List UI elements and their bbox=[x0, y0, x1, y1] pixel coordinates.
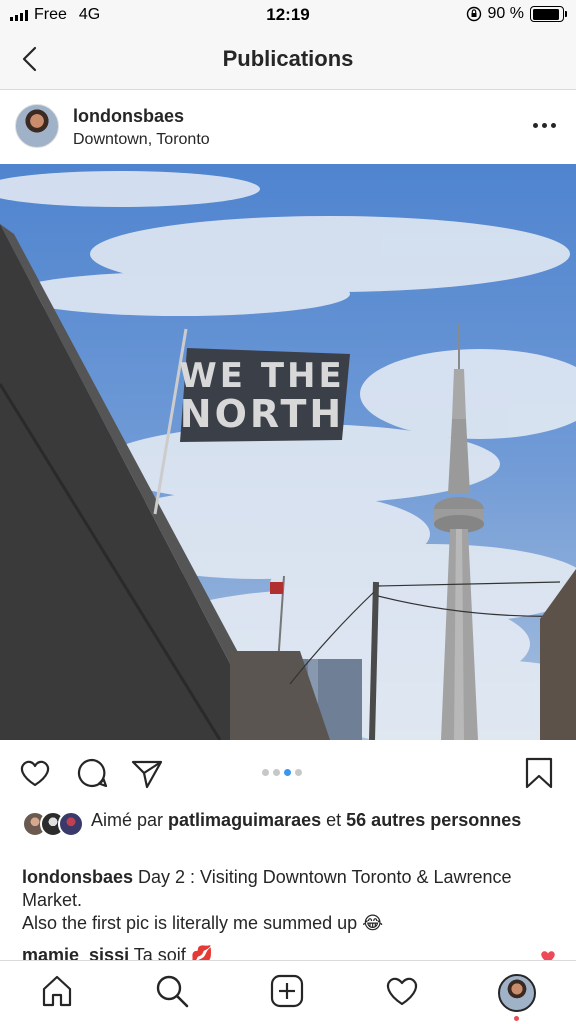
profile-avatar[interactable] bbox=[498, 974, 536, 1012]
status-right: 90 % bbox=[466, 5, 567, 23]
likes-conjunction: et bbox=[326, 810, 342, 830]
flag-text-line2: NORTH bbox=[180, 392, 344, 436]
more-options-icon[interactable] bbox=[533, 123, 556, 128]
photo-scene: WE THE NORTH bbox=[0, 164, 576, 740]
like-heart-icon[interactable] bbox=[18, 756, 52, 790]
utility-pole bbox=[369, 581, 379, 740]
caption-line2: Also the first pic is literally me summe… bbox=[22, 913, 384, 933]
likes-section[interactable]: Aimé par patlimaguimaraes et 56 autres p… bbox=[22, 808, 562, 858]
post-username[interactable]: londonsbaes bbox=[73, 106, 184, 127]
post-caption: londonsbaes Day 2 : Visiting Downtown To… bbox=[22, 866, 562, 935]
likes-prefix: Aimé par bbox=[91, 810, 164, 830]
carousel-indicator bbox=[262, 769, 302, 776]
liker-avatars bbox=[22, 811, 88, 837]
likes-text: Aimé par patlimaguimaraes et 56 autres p… bbox=[91, 809, 561, 832]
activity-heart-icon[interactable] bbox=[384, 973, 420, 1009]
carousel-dot bbox=[295, 769, 302, 776]
battery-icon bbox=[530, 6, 567, 22]
bookmark-icon[interactable] bbox=[522, 756, 556, 790]
liker-avatar bbox=[58, 811, 84, 837]
post-header: londonsbaes Downtown, Toronto bbox=[0, 90, 576, 164]
status-bar: Free 4G 12:19 90 % bbox=[0, 0, 576, 30]
nav-header: Publications bbox=[0, 30, 576, 90]
carousel-dot bbox=[284, 769, 291, 776]
orientation-lock-icon bbox=[466, 6, 481, 22]
liker-username[interactable]: patlimaguimaraes bbox=[168, 810, 321, 830]
notification-dot bbox=[514, 1016, 519, 1021]
carousel-dot bbox=[273, 769, 280, 776]
post-actions bbox=[0, 740, 576, 806]
share-send-icon[interactable] bbox=[130, 756, 164, 790]
add-post-icon[interactable] bbox=[269, 973, 305, 1009]
post-photo[interactable]: WE THE NORTH bbox=[0, 164, 576, 740]
post-location[interactable]: Downtown, Toronto bbox=[73, 131, 210, 149]
search-icon[interactable] bbox=[154, 973, 190, 1009]
comment-bubble-icon[interactable] bbox=[75, 756, 109, 790]
flag-text-line1: WE THE bbox=[179, 356, 344, 396]
battery-percent: 90 % bbox=[487, 5, 524, 22]
home-icon[interactable] bbox=[39, 973, 75, 1009]
carousel-dot bbox=[262, 769, 269, 776]
page-title: Publications bbox=[222, 46, 354, 71]
avatar[interactable] bbox=[15, 104, 59, 148]
likes-others[interactable]: 56 autres personnes bbox=[346, 810, 521, 830]
caption-username[interactable]: londonsbaes bbox=[22, 867, 133, 887]
bottom-tab-bar bbox=[0, 960, 576, 1024]
